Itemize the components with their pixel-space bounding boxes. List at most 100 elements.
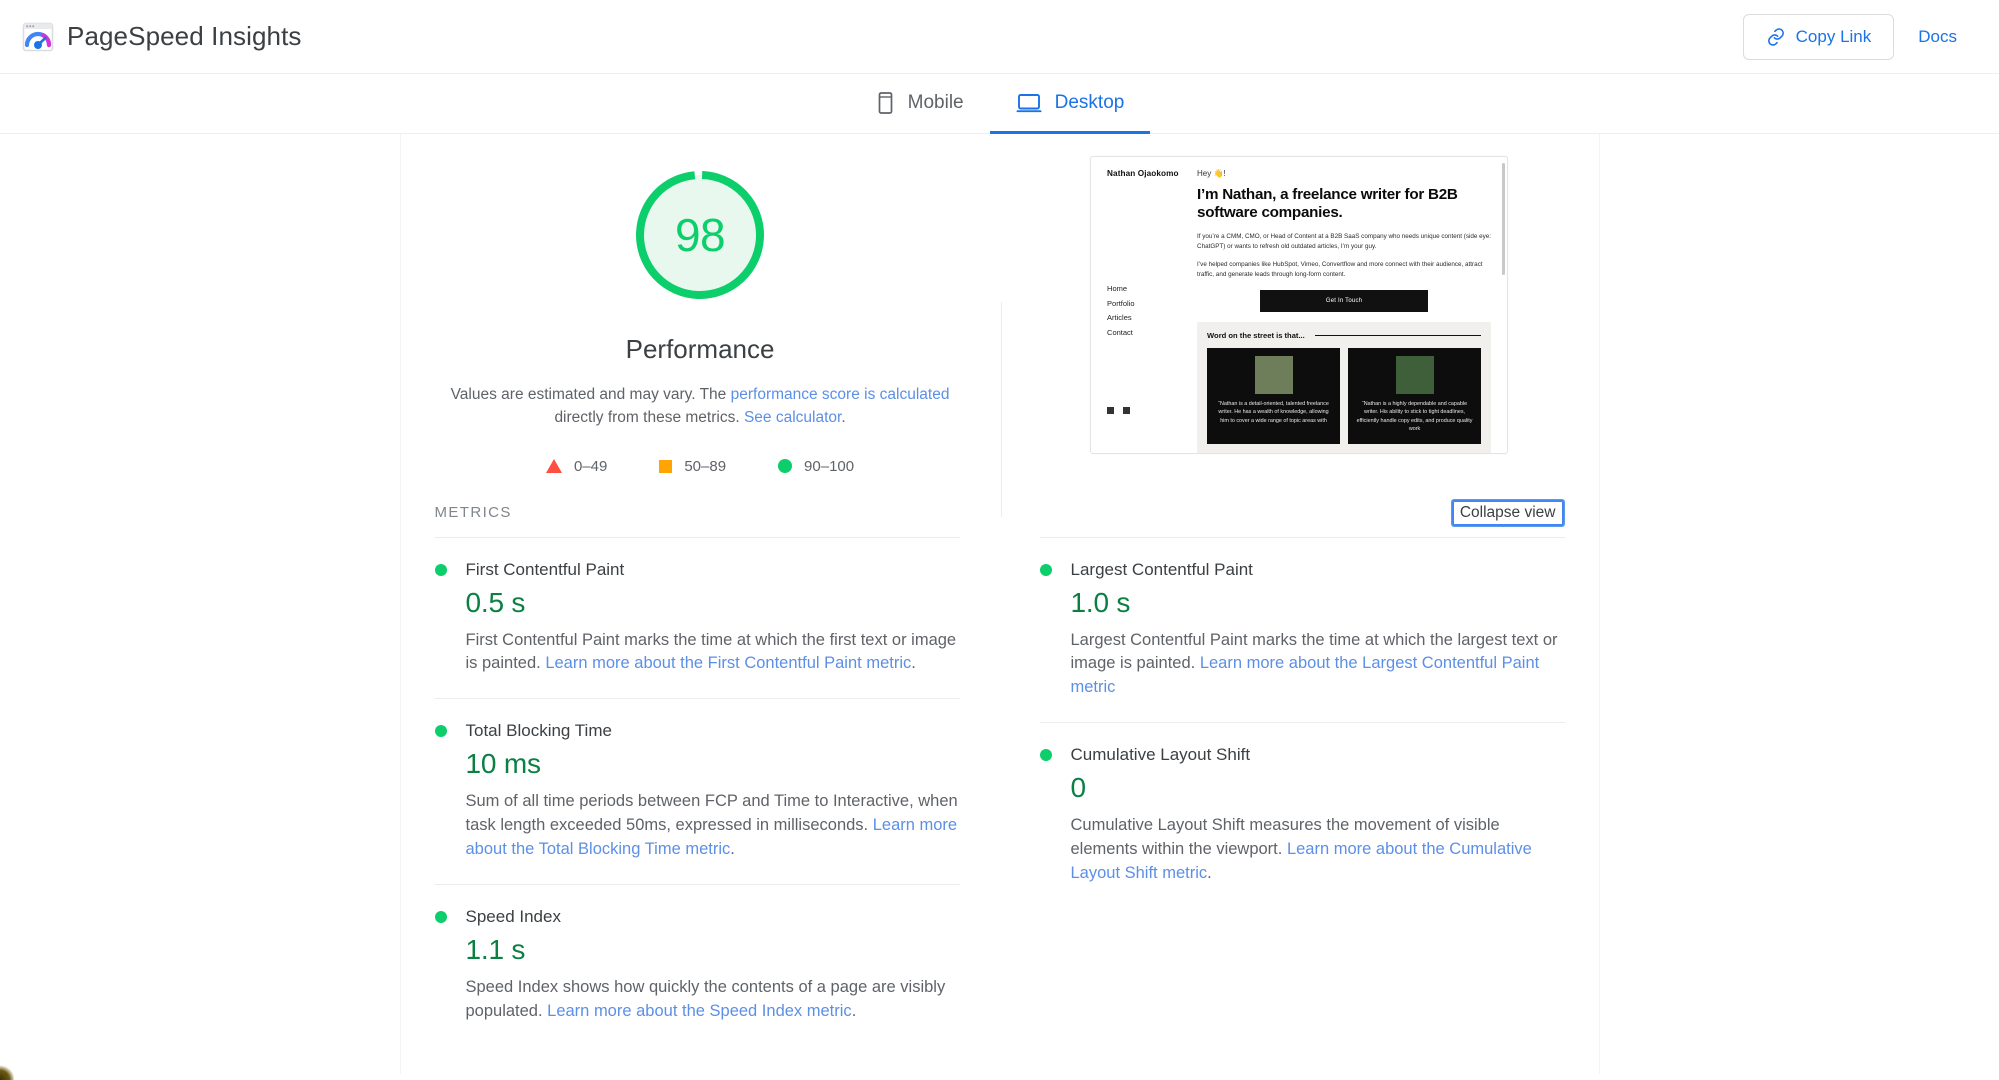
tab-desktop[interactable]: Desktop <box>989 75 1151 134</box>
metric-card[interactable]: Largest Contentful Paint 1.0 s Largest C… <box>1039 536 1565 723</box>
preview-testimonial-card: “Nathan is a detail-oriented, talented f… <box>1207 347 1341 444</box>
pagespeed-logo-icon <box>22 21 54 53</box>
status-dot-good-icon <box>434 911 447 924</box>
brand: PageSpeed Insights <box>22 21 302 53</box>
page-screenshot-thumbnail[interactable]: Nathan Ojaokomo Home Portfolio Articles … <box>1090 156 1509 454</box>
metric-title: Largest Contentful Paint <box>1070 559 1253 579</box>
circle-good-icon <box>778 459 793 473</box>
status-dot-good-icon <box>434 563 447 576</box>
screenshot-column: Nathan Ojaokomo Home Portfolio Articles … <box>1000 144 1599 475</box>
summary-section: 98 Performance Values are estimated and … <box>401 134 1599 517</box>
performance-label: Performance <box>625 334 775 364</box>
preview-testimonial-title: Word on the street is that... <box>1207 330 1305 340</box>
metric-card[interactable]: Speed Index 1.1 s Speed Index shows how … <box>434 884 960 1046</box>
link-icon <box>1766 27 1786 47</box>
phone-icon <box>875 91 895 115</box>
preview-nav: Home Portfolio Articles Contact <box>1107 282 1181 341</box>
app-header: PageSpeed Insights Copy Link Docs <box>0 0 1999 74</box>
metric-description: Largest Contentful Paint marks the time … <box>1071 629 1565 701</box>
preview-site-name: Nathan Ojaokomo <box>1107 169 1179 178</box>
performance-gauge[interactable]: 98 <box>627 162 773 308</box>
metric-title: Total Blocking Time <box>465 721 612 741</box>
metric-description-suffix: . <box>911 654 916 673</box>
triangle-poor-icon <box>545 459 562 473</box>
metrics-header: METRICS Collapse view <box>401 475 1599 527</box>
metric-description: Sum of all time periods between FCP and … <box>466 790 960 862</box>
metric-learn-more-link[interactable]: Learn more about the Speed Index metric <box>547 1002 852 1020</box>
column-divider <box>1000 302 1002 517</box>
preview-avatar <box>1254 355 1293 394</box>
screenshot-scrollbar[interactable] <box>1502 163 1506 275</box>
preview-main: Hey 👋! I’m Nathan, a freelance writer fo… <box>1197 169 1491 453</box>
score-legend: 0–49 50–89 90–100 <box>545 457 854 475</box>
square-average-icon <box>659 459 673 473</box>
metric-card[interactable]: First Contentful Paint 0.5 s First Conte… <box>434 536 960 699</box>
app-title: PageSpeed Insights <box>67 21 302 51</box>
metric-title: Cumulative Layout Shift <box>1070 745 1251 765</box>
preview-cta-button: Get In Touch <box>1260 289 1429 312</box>
preview-nav-item: Portfolio <box>1107 298 1135 308</box>
legend-range-average: 50–89 <box>684 457 727 475</box>
metric-value: 1.1 s <box>465 934 526 966</box>
metric-value: 1.0 s <box>1070 586 1131 618</box>
docs-link[interactable]: Docs <box>1904 27 1971 47</box>
preview-greeting: Hey 👋! <box>1197 169 1226 178</box>
preview-testimonials: Word on the street is that... “Nathan is… <box>1197 321 1492 453</box>
metric-card[interactable]: Cumulative Layout Shift 0 Cumulative Lay… <box>1039 722 1565 908</box>
twitter-icon <box>1107 406 1115 414</box>
preview-testimonial-text: “Nathan is a highly dependable and capab… <box>1356 400 1473 432</box>
score-column: 98 Performance Values are estimated and … <box>401 144 1000 475</box>
linkedin-icon <box>1123 406 1131 414</box>
performance-score-calculated-link[interactable]: performance score is calculated <box>731 386 950 403</box>
copy-link-button[interactable]: Copy Link <box>1742 13 1895 60</box>
metric-title: Speed Index <box>465 907 561 927</box>
viewport-corner-artifact <box>0 1064 14 1080</box>
device-tabs: Mobile Desktop <box>0 74 1999 134</box>
metric-title: First Contentful Paint <box>465 559 625 579</box>
preview-testimonial-text: “Nathan is a detail-oriented, talented f… <box>1218 400 1329 424</box>
score-explainer-suffix: . <box>841 409 846 427</box>
metric-description-suffix: . <box>730 840 735 859</box>
tab-mobile-label: Mobile <box>907 92 964 113</box>
metrics-label: METRICS <box>434 504 512 521</box>
preview-nav-item: Home <box>1107 284 1128 293</box>
preview-nav-item: Contact <box>1107 327 1133 337</box>
preview-divider <box>1314 334 1482 336</box>
report-container: 98 Performance Values are estimated and … <box>399 134 1600 1074</box>
legend-item-good: 90–100 <box>778 458 854 475</box>
metric-value: 0.5 s <box>465 586 526 618</box>
metrics-column-left: First Contentful Paint 0.5 s First Conte… <box>401 536 1000 1046</box>
metric-description-suffix: . <box>1207 864 1212 883</box>
metric-card[interactable]: Total Blocking Time 10 ms Sum of all tim… <box>434 698 960 884</box>
metric-value: 0 <box>1070 772 1087 804</box>
preview-social-icons <box>1107 406 1181 414</box>
score-explainer-prefix: Values are estimated and may vary. The <box>450 386 731 403</box>
preview-avatar <box>1395 355 1434 394</box>
collapse-view-button[interactable]: Collapse view <box>1450 498 1565 527</box>
performance-score: 98 <box>674 209 726 261</box>
status-dot-good-icon <box>1039 563 1052 576</box>
score-explainer-middle: directly from these metrics. <box>554 409 744 427</box>
see-calculator-link[interactable]: See calculator <box>744 409 841 426</box>
tab-mobile[interactable]: Mobile <box>849 75 990 134</box>
preview-nav-item: Articles <box>1107 313 1132 323</box>
status-dot-good-icon <box>434 725 447 738</box>
score-explainer: Values are estimated and may vary. The p… <box>450 383 950 430</box>
preview-sidebar: Nathan Ojaokomo Home Portfolio Articles … <box>1107 169 1181 453</box>
metric-value: 10 ms <box>465 748 541 780</box>
preview-testimonial-card: “Nathan is a highly dependable and capab… <box>1348 347 1482 444</box>
metric-description: Speed Index shows how quickly the conten… <box>466 976 960 1024</box>
legend-item-poor: 0–49 <box>545 458 607 475</box>
status-dot-good-icon <box>1039 749 1052 762</box>
copy-link-label: Copy Link <box>1795 26 1872 46</box>
metric-learn-more-link[interactable]: Learn more about the First Contentful Pa… <box>545 654 911 672</box>
metric-description: Cumulative Layout Shift measures the mov… <box>1071 814 1565 886</box>
metric-description: First Contentful Paint marks the time at… <box>466 629 960 677</box>
header-actions: Copy Link Docs <box>1742 13 1971 60</box>
metrics-grid: First Contentful Paint 0.5 s First Conte… <box>401 536 1599 1066</box>
preview-paragraph-1: If you’re a CMM, CMO, or Head of Content… <box>1197 232 1492 250</box>
screenshot-content: Nathan Ojaokomo Home Portfolio Articles … <box>1091 157 1507 453</box>
tab-desktop-label: Desktop <box>1054 92 1125 113</box>
monitor-icon <box>1016 92 1042 114</box>
legend-range-good: 90–100 <box>804 457 855 475</box>
